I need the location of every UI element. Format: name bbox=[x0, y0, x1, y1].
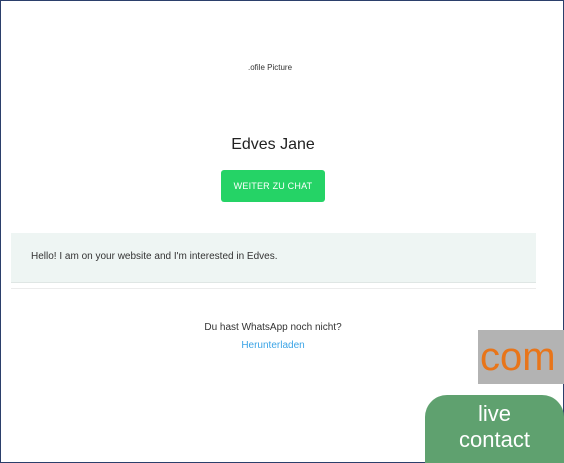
live-contact-button[interactable]: live contact bbox=[425, 395, 564, 463]
live-contact-label-line1: live bbox=[477, 401, 511, 426]
prefilled-message-text: Hello! I am on your website and I'm inte… bbox=[31, 251, 278, 262]
prefilled-message-box: Hello! I am on your website and I'm inte… bbox=[11, 233, 536, 283]
no-whatsapp-prompt: Du hast WhatsApp noch nicht? bbox=[204, 322, 342, 333]
contact-name: Edves Jane bbox=[231, 136, 315, 153]
divider bbox=[11, 288, 536, 289]
com-badge: com bbox=[478, 330, 564, 384]
profile-picture: .ofile Picture bbox=[248, 63, 293, 72]
whatsapp-chat-widget-page: .ofile Picture Edves Jane WEITER ZU CHAT… bbox=[0, 0, 564, 463]
live-contact-label-line2: contact bbox=[459, 427, 530, 452]
continue-to-chat-button[interactable]: WEITER ZU CHAT bbox=[221, 170, 325, 202]
download-link[interactable]: Herunterladen bbox=[1, 340, 545, 351]
